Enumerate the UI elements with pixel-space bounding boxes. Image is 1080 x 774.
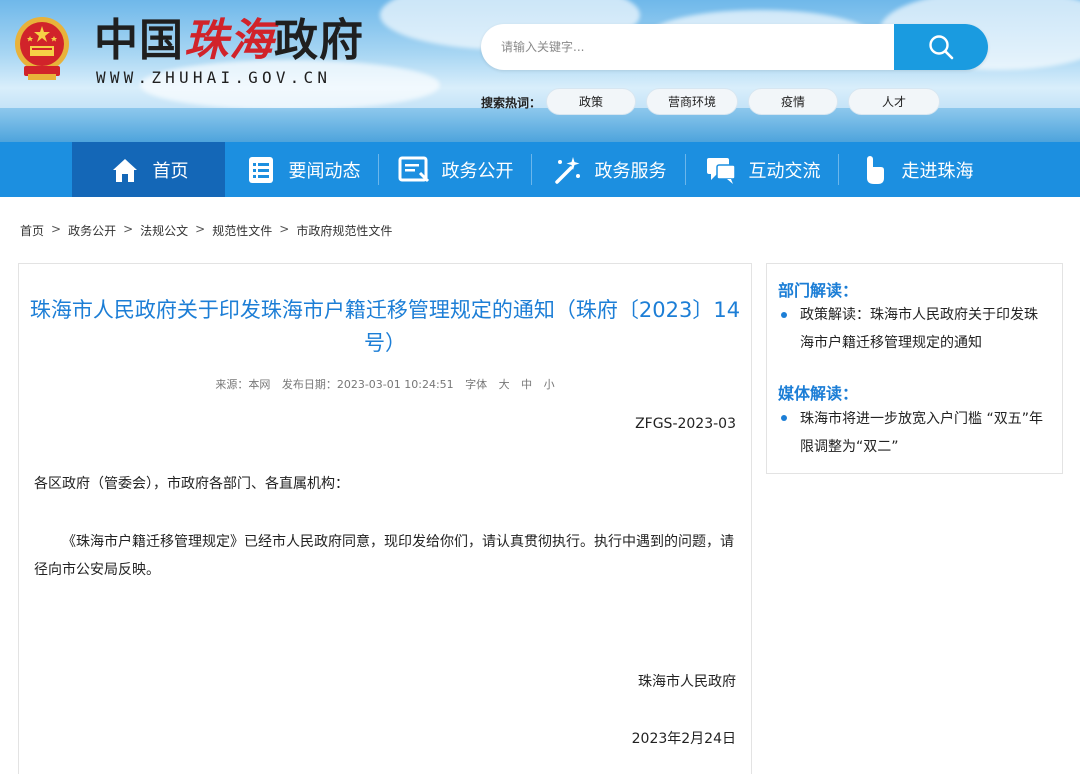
- nav-item-interaction[interactable]: 互动交流: [686, 142, 839, 197]
- article-publish-date: 发布日期：2023-03-01 10:24:51: [281, 378, 454, 391]
- search-icon: [929, 35, 954, 60]
- dept-interpretation-heading: 部门解读：: [778, 281, 859, 300]
- nav-label: 要闻动态: [288, 160, 361, 182]
- bullet-dot: [781, 415, 787, 421]
- breadcrumb-separator: >: [51, 222, 62, 236]
- nav-item-gov-services[interactable]: 政务服务: [532, 142, 685, 197]
- nav-label: 政务服务: [594, 160, 667, 182]
- site-header: 中国珠海政府 WWW.ZHUHAI.GOV.CN 搜索热词： 政策 营商环境 疫…: [0, 0, 1080, 142]
- breadcrumb-item[interactable]: 首页: [20, 222, 44, 239]
- search-input[interactable]: [481, 24, 894, 70]
- chat-icon: [705, 154, 737, 186]
- national-emblem-icon[interactable]: [10, 14, 74, 84]
- font-size-large-button[interactable]: 大: [499, 378, 510, 391]
- nav-divider: [531, 154, 532, 185]
- nav-divider: [838, 154, 839, 185]
- magic-wand-icon: [551, 154, 583, 186]
- hot-tag[interactable]: 疫情: [748, 88, 838, 115]
- hot-words-label: 搜索热词：: [481, 96, 542, 110]
- nav-divider: [685, 154, 686, 185]
- nav-label: 互动交流: [748, 160, 821, 182]
- nav-item-gov-affairs[interactable]: 政务公开: [379, 142, 532, 197]
- site-name-part-red: 珠海: [184, 15, 274, 66]
- article-source: 来源：本网: [215, 378, 271, 391]
- search-button[interactable]: [894, 24, 988, 70]
- font-size-medium-button[interactable]: 中: [521, 378, 532, 391]
- breadcrumb-separator: >: [123, 222, 134, 236]
- site-name-part: 中国: [94, 15, 184, 66]
- document-number: ZFGS-2023-03: [635, 416, 736, 432]
- site-name[interactable]: 中国珠海政府: [94, 16, 364, 66]
- nav-item-news[interactable]: 要闻动态: [226, 142, 379, 197]
- nav-label: 走进珠海: [901, 160, 974, 182]
- home-icon: [109, 154, 141, 186]
- breadcrumb-separator: >: [195, 222, 206, 236]
- nav-label: 首页: [152, 160, 189, 182]
- hot-tag[interactable]: 政策: [546, 88, 636, 115]
- main-nav: 首页 要闻动态 政务公开 政务服务 互动交流 走进珠海: [0, 142, 1080, 197]
- breadcrumb-item[interactable]: 规范性文件: [212, 222, 272, 239]
- nav-label: 政务公开: [441, 160, 514, 182]
- breadcrumb-item[interactable]: 政务公开: [68, 222, 116, 239]
- dept-interpretation-link[interactable]: 政策解读：珠海市人民政府关于印发珠海市户籍迁移管理规定的通知: [800, 301, 1050, 357]
- media-interpretation-link[interactable]: 珠海市将进一步放宽入户门槛 “双五”年限调整为“双二”: [800, 405, 1050, 461]
- article-meta: 来源：本网 发布日期：2023-03-01 10:24:51 字体 大 中 小: [0, 376, 770, 392]
- search-bar: [481, 24, 988, 70]
- font-size-label: 字体: [465, 378, 488, 391]
- pointer-hand-icon: [858, 154, 890, 186]
- article-body: 《珠海市户籍迁移管理规定》已经市人民政府同意，现印发给你们，请认真贯彻执行。执行…: [34, 534, 734, 578]
- site-url: WWW.ZHUHAI.GOV.CN: [96, 68, 332, 87]
- nav-item-about-zhuhai[interactable]: 走进珠海: [839, 142, 992, 197]
- site-name-part: 政府: [274, 15, 364, 66]
- nav-divider: [378, 154, 379, 185]
- font-size-small-button[interactable]: 小: [544, 378, 555, 391]
- bullet-dot: [781, 312, 787, 318]
- media-interpretation-heading: 媒体解读：: [778, 384, 859, 403]
- breadcrumb: 首页 > 政务公开 > 法规公文 > 规范性文件 > 市政府规范性文件: [20, 222, 392, 239]
- breadcrumb-item[interactable]: 市政府规范性文件: [296, 222, 392, 239]
- nav-item-home[interactable]: 首页: [72, 142, 225, 197]
- article-addressee: 各区政府（管委会），市政府各部门、各直属机构：: [34, 476, 349, 492]
- hot-tag[interactable]: 人才: [848, 88, 940, 115]
- hot-tag[interactable]: 营商环境: [646, 88, 738, 115]
- breadcrumb-separator: >: [279, 222, 290, 236]
- article-date: 2023年2月24日: [631, 731, 736, 747]
- news-list-icon: [245, 154, 277, 186]
- breadcrumb-item[interactable]: 法规公文: [140, 222, 188, 239]
- article-title: 珠海市人民政府关于印发珠海市户籍迁移管理规定的通知（珠府〔2023〕14号）: [29, 298, 741, 355]
- document-icon: [398, 154, 430, 186]
- article-signer: 珠海市人民政府: [638, 674, 736, 690]
